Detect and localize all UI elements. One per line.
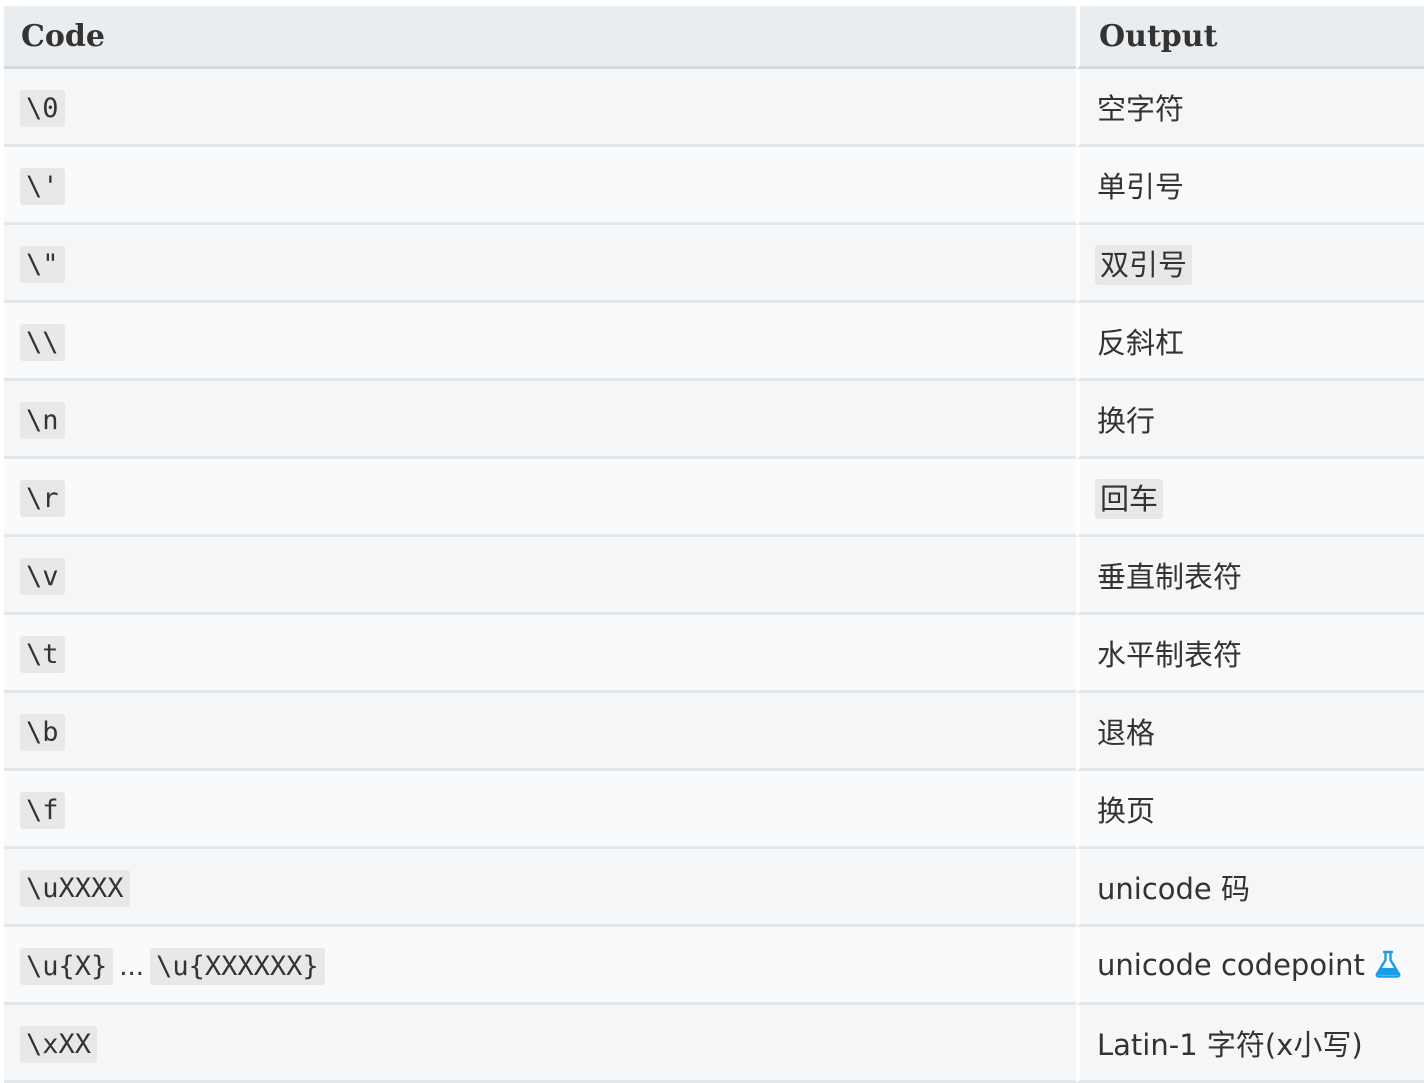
table-row: \0 空字符: [4, 69, 1424, 147]
table-row: \" 双引号: [4, 225, 1424, 303]
code-value: \r: [20, 479, 65, 517]
table-header-row: Code Output: [4, 6, 1424, 69]
output-cell: Latin-1 字符(x小写): [1076, 1005, 1424, 1083]
code-cell: \0: [4, 69, 1076, 147]
code-value: \n: [20, 401, 65, 439]
output-cell: 退格: [1076, 693, 1424, 771]
code-cell: \f: [4, 771, 1076, 849]
code-cell: \b: [4, 693, 1076, 771]
code-separator: ...: [119, 951, 145, 982]
code-value-end: \u{XXXXXX}: [150, 947, 325, 985]
code-value: \": [20, 245, 65, 283]
output-value: 反斜杠: [1097, 325, 1185, 360]
output-value: 双引号: [1095, 244, 1193, 285]
output-cell: 反斜杠: [1076, 303, 1424, 381]
table-row: \n 换行: [4, 381, 1424, 459]
code-value: \uXXXX: [20, 869, 130, 907]
output-value: 换行: [1097, 403, 1156, 438]
output-value: 退格: [1097, 715, 1156, 750]
table-row: \r 回车: [4, 459, 1424, 537]
table-row: \u{X}... \u{XXXXXX} unicode codepoint: [4, 927, 1424, 1005]
code-value: \f: [20, 791, 65, 829]
code-value: \u{X}: [20, 947, 114, 985]
code-cell: \xXX: [4, 1005, 1076, 1083]
code-cell: \u{X}... \u{XXXXXX}: [4, 927, 1076, 1005]
output-cell: 回车: [1076, 459, 1424, 537]
table-row: \t 水平制表符: [4, 615, 1424, 693]
flask-icon[interactable]: [1373, 949, 1403, 979]
output-value: 单引号: [1097, 169, 1185, 204]
output-cell: unicode 码: [1076, 849, 1424, 927]
output-value: 换页: [1097, 793, 1156, 828]
output-cell: 双引号: [1076, 225, 1424, 303]
code-cell: \r: [4, 459, 1076, 537]
table-row: \\ 反斜杠: [4, 303, 1424, 381]
output-cell: 单引号: [1076, 147, 1424, 225]
output-value: unicode codepoint: [1097, 947, 1365, 982]
output-value: unicode 码: [1097, 871, 1250, 906]
code-value: \': [20, 167, 65, 205]
output-value: 空字符: [1097, 91, 1185, 126]
code-cell: \": [4, 225, 1076, 303]
code-cell: \uXXXX: [4, 849, 1076, 927]
output-cell: 水平制表符: [1076, 615, 1424, 693]
code-cell: \': [4, 147, 1076, 225]
header-code: Code: [4, 6, 1076, 69]
output-cell: 垂直制表符: [1076, 537, 1424, 615]
table-row: \xXX Latin-1 字符(x小写): [4, 1005, 1424, 1083]
output-value: 垂直制表符: [1097, 559, 1243, 594]
code-cell: \v: [4, 537, 1076, 615]
table-row: \' 单引号: [4, 147, 1424, 225]
code-value: \\: [20, 323, 65, 361]
code-value: \xXX: [20, 1025, 98, 1063]
code-value: \v: [20, 557, 65, 595]
table-row: \v 垂直制表符: [4, 537, 1424, 615]
code-cell: \t: [4, 615, 1076, 693]
code-value: \t: [20, 635, 65, 673]
output-value: 回车: [1095, 478, 1164, 519]
table-row: \uXXXX unicode 码: [4, 849, 1424, 927]
code-cell: \n: [4, 381, 1076, 459]
output-cell: 换页: [1076, 771, 1424, 849]
output-value: Latin-1 字符(x小写): [1097, 1027, 1363, 1062]
output-cell: 空字符: [1076, 69, 1424, 147]
header-output: Output: [1076, 6, 1424, 69]
output-cell: unicode codepoint: [1076, 927, 1424, 1005]
output-value: 水平制表符: [1097, 637, 1243, 672]
code-value: \b: [20, 713, 65, 751]
output-cell: 换行: [1076, 381, 1424, 459]
code-cell: \\: [4, 303, 1076, 381]
table-row: \b 退格: [4, 693, 1424, 771]
code-value: \0: [20, 89, 65, 127]
escape-sequence-table: Code Output \0 空字符 \' 单引号 \" 双引号 \\ 反斜杠 …: [4, 6, 1424, 1083]
table-row: \f 换页: [4, 771, 1424, 849]
